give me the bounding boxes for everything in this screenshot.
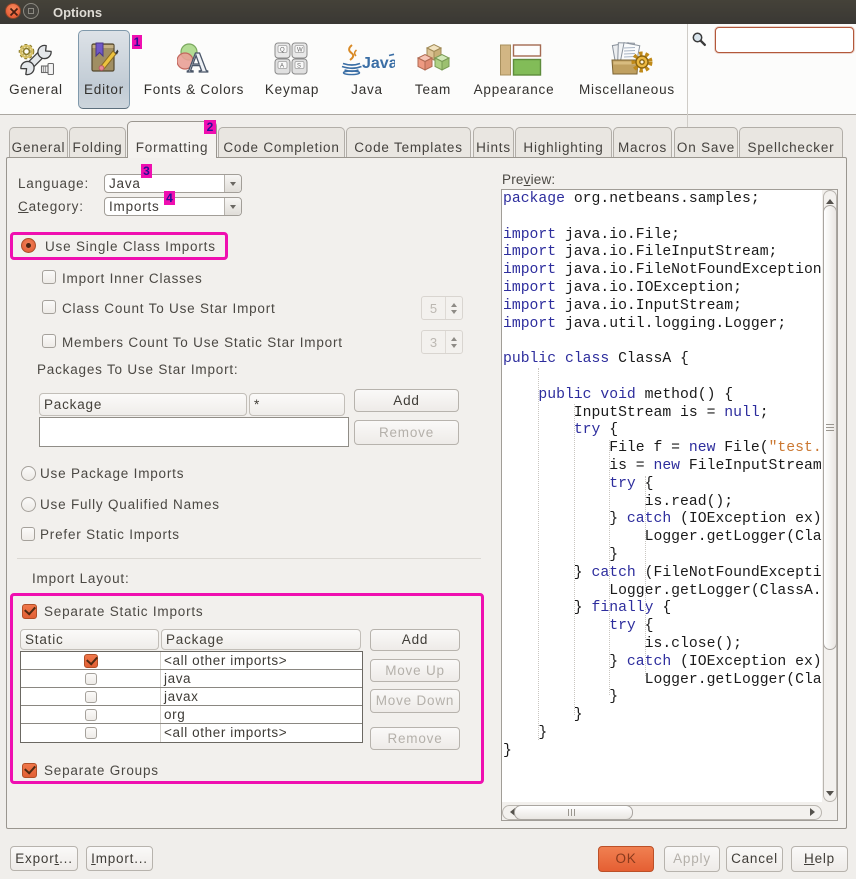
svg-text:Java: Java (362, 55, 395, 72)
svg-text:Q: Q (280, 48, 285, 54)
svg-text:A: A (280, 64, 284, 70)
svg-text:W: W (297, 48, 303, 54)
svg-text:A: A (187, 47, 208, 76)
svg-text:S: S (297, 64, 301, 70)
